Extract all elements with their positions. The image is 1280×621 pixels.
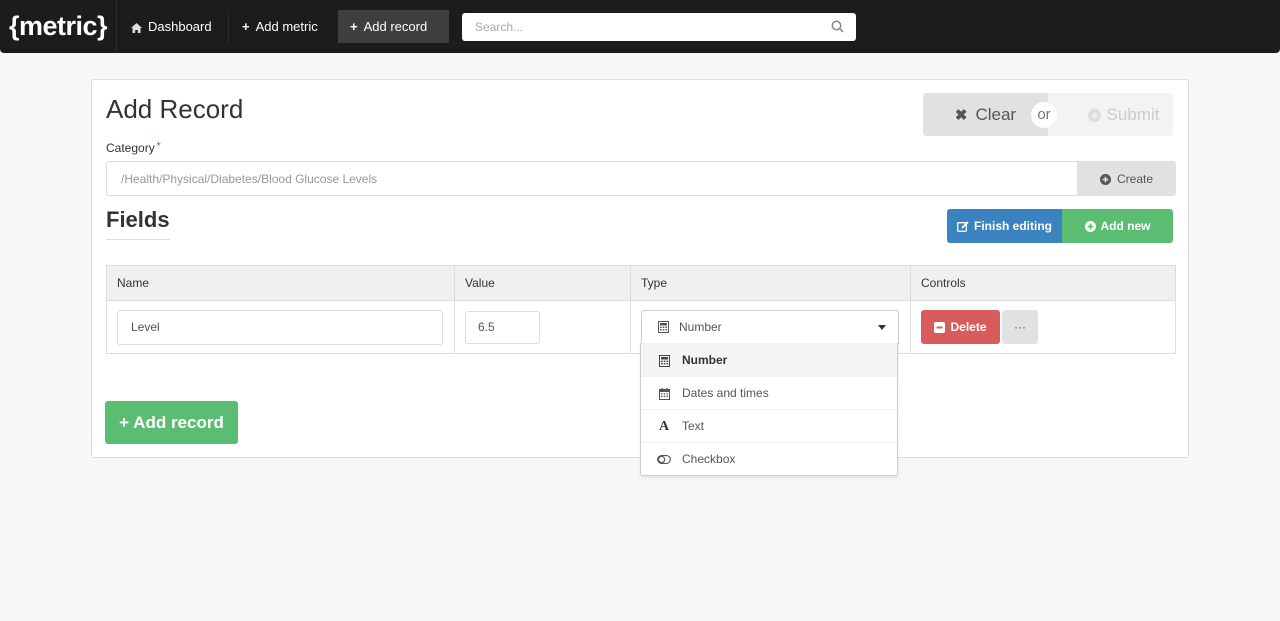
minus-square-icon: [934, 320, 946, 334]
add-new-field-button[interactable]: Add new: [1062, 209, 1173, 243]
category-label-text: Category: [106, 141, 155, 155]
plus-circle-icon: [1084, 219, 1096, 233]
category-label: Category *: [106, 141, 161, 155]
fields-heading: Fields: [106, 207, 170, 240]
type-option-label: Checkbox: [682, 452, 736, 466]
top-navbar: {metric} Dashboard + Add metric + Add reco…: [0, 0, 1280, 53]
form-actions: ✖ Clear or Submit: [923, 93, 1173, 136]
or-divider: or: [1031, 102, 1057, 128]
type-option-checkbox[interactable]: Checkbox: [641, 442, 897, 475]
type-select[interactable]: Number: [641, 309, 899, 345]
close-icon: ✖: [954, 106, 968, 124]
plus-circle-icon: [1099, 172, 1111, 186]
type-select-value: Number: [679, 319, 722, 334]
plus-icon: +: [119, 412, 134, 432]
nav-dashboard-label: Dashboard: [148, 19, 212, 34]
field-value-input[interactable]: [465, 310, 540, 344]
home-icon: [131, 10, 142, 43]
controls-cell: Delete ···: [910, 300, 1176, 354]
fields-table: Name Value Type Controls Number Delete ··…: [106, 265, 1176, 354]
nav-add-metric-label: Add metric: [255, 19, 318, 34]
column-header-name: Name: [106, 265, 455, 301]
type-option-label: Text: [682, 419, 705, 433]
create-category-button[interactable]: Create: [1077, 161, 1176, 196]
type-dropdown-menu: Number Dates and times A Text Checkbox: [640, 343, 898, 476]
plus-circle-icon: [1087, 105, 1101, 124]
delete-field-button[interactable]: Delete: [921, 310, 1000, 344]
type-option-label: Dates and times: [682, 386, 769, 400]
brand-logo[interactable]: {metric}: [0, 0, 117, 53]
ellipsis-icon: ···: [1014, 320, 1026, 334]
nav-dashboard[interactable]: Dashboard: [119, 10, 224, 43]
plus-icon: +: [242, 19, 250, 34]
calculator-icon: [658, 320, 669, 334]
delete-label: Delete: [950, 320, 987, 334]
search-box: [462, 13, 856, 41]
column-header-value: Value: [454, 265, 631, 301]
submit-label: Submit: [1106, 104, 1160, 124]
add-record-label: Add record: [133, 412, 224, 432]
clear-label: Clear: [975, 104, 1017, 124]
toggle-icon: [657, 443, 671, 475]
add-record-button[interactable]: + Add record: [105, 401, 238, 444]
column-header-type: Type: [630, 265, 911, 301]
edit-icon: [957, 219, 969, 233]
required-marker: *: [156, 141, 161, 152]
nav-add-record-label: Add record: [363, 19, 428, 34]
column-header-controls: Controls: [910, 265, 1176, 301]
font-icon: A: [658, 419, 670, 434]
calendar-icon: [657, 377, 671, 409]
search-input[interactable]: [462, 13, 822, 41]
type-option-dates[interactable]: Dates and times: [641, 376, 897, 409]
value-cell: [454, 300, 631, 354]
field-name-input[interactable]: [117, 309, 443, 345]
finish-editing-button[interactable]: Finish editing: [947, 209, 1062, 243]
type-option-number[interactable]: Number: [641, 343, 897, 376]
calculator-icon: [657, 344, 671, 376]
add-new-label: Add new: [1100, 219, 1151, 233]
submit-button[interactable]: Submit: [1048, 93, 1173, 136]
nav-add-metric[interactable]: + Add metric: [230, 10, 330, 43]
category-input[interactable]: [106, 161, 1078, 196]
table-header-row: Name Value Type Controls: [106, 265, 1176, 301]
nav-add-record[interactable]: + Add record: [338, 10, 449, 43]
plus-icon: +: [350, 19, 358, 34]
clear-button[interactable]: ✖ Clear: [923, 93, 1048, 136]
name-cell: [106, 300, 455, 354]
type-option-label: Number: [682, 353, 728, 367]
search-icon[interactable]: [831, 20, 844, 33]
caret-down-icon: [878, 324, 886, 330]
page-title: Add Record: [106, 94, 244, 124]
more-options-button[interactable]: ···: [1002, 310, 1038, 344]
create-label: Create: [1116, 171, 1154, 186]
type-option-text[interactable]: A Text: [641, 409, 897, 442]
finish-editing-label: Finish editing: [974, 219, 1052, 233]
nav-divider: [228, 10, 229, 43]
